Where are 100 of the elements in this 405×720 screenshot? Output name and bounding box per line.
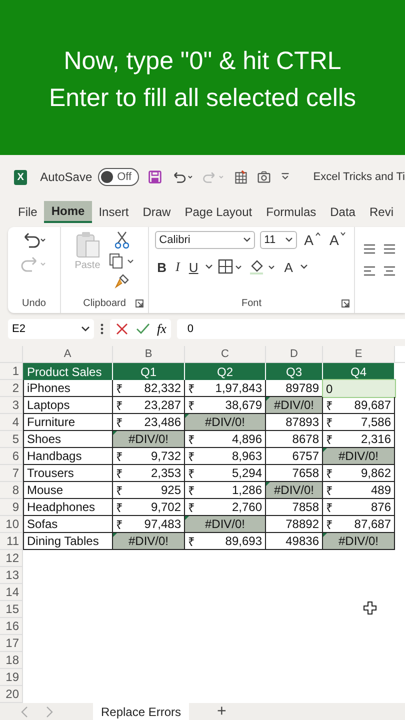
ribbon-tab[interactable]: Draw — [136, 202, 178, 222]
dialog-launcher-icon[interactable] — [341, 299, 350, 308]
clipboard-icon[interactable] — [74, 231, 100, 259]
table-cell: ₹ 4,896 — [185, 431, 266, 448]
table-cell: ₹ 8,963 — [185, 448, 266, 465]
insert-function-button[interactable]: fx — [157, 321, 166, 337]
align-left-icon[interactable] — [363, 265, 397, 277]
column-header[interactable]: D — [266, 346, 323, 363]
bold-button[interactable]: B — [155, 260, 169, 274]
copy-icon[interactable] — [108, 253, 134, 269]
caret-icon — [340, 232, 346, 236]
italic-button[interactable]: I — [174, 259, 182, 275]
sheet-tab[interactable]: Replace Errors — [93, 703, 190, 720]
ribbon-tab[interactable]: Formulas — [259, 202, 324, 222]
row-header[interactable]: 2 — [0, 380, 23, 397]
table-cell: 87893 — [266, 414, 323, 431]
row-header[interactable]: 16 — [0, 618, 23, 635]
caret-icon[interactable] — [205, 264, 214, 270]
header-cell: Q2 — [185, 363, 266, 380]
row-header[interactable]: 19 — [0, 669, 23, 686]
error-cell: #DIV/0! — [266, 482, 323, 499]
row-header[interactable]: 9 — [0, 499, 23, 516]
error-cell: #DIV/0! — [185, 516, 266, 533]
caret-icon[interactable] — [300, 264, 308, 270]
row-header[interactable]: 17 — [0, 635, 23, 652]
column-header[interactable]: B — [113, 346, 185, 363]
customize-dropdown-icon[interactable] — [280, 172, 290, 182]
row-header[interactable]: 15 — [0, 601, 23, 618]
ribbon-tab[interactable]: Home — [44, 201, 92, 223]
row-header[interactable]: 7 — [0, 465, 23, 482]
group-label: Clipboard — [83, 298, 126, 309]
ribbon-tab[interactable]: Data — [323, 202, 362, 222]
table-cell: Trousers — [23, 465, 113, 482]
scissors-icon[interactable] — [114, 231, 128, 249]
header-cell: Q4 — [323, 363, 395, 380]
table-icon[interactable] — [234, 169, 248, 185]
more-options-icon[interactable] — [100, 323, 104, 335]
save-icon[interactable] — [148, 169, 162, 185]
group-label: Font — [241, 298, 262, 309]
row-header[interactable]: 13 — [0, 567, 23, 584]
dialog-launcher-icon[interactable] — [135, 299, 144, 308]
ribbon-tab[interactable]: Revi — [362, 202, 400, 222]
row-header[interactable]: 3 — [0, 397, 23, 414]
table-cell: Dining Tables — [23, 533, 113, 550]
table-cell: ₹ 5,294 — [185, 465, 266, 482]
error-cell: #DIV/0! — [185, 414, 266, 431]
header-cell: Product Sales — [23, 363, 113, 380]
row-header[interactable]: 5 — [0, 431, 23, 448]
font-size-dropdown[interactable]: 11 — [260, 231, 298, 249]
row-header[interactable]: 10 — [0, 516, 23, 533]
shrink-font-button[interactable]: A — [328, 232, 348, 248]
table-cell: Furniture — [23, 414, 113, 431]
vertical-align-icon[interactable] — [363, 243, 397, 255]
row-header[interactable]: 12 — [0, 550, 23, 567]
column-header[interactable]: C — [185, 346, 266, 363]
check-icon[interactable] — [136, 322, 150, 336]
camera-icon[interactable] — [256, 170, 271, 184]
row-header[interactable]: 6 — [0, 448, 23, 465]
caret-icon[interactable] — [243, 237, 252, 243]
row-header[interactable]: 4 — [0, 414, 23, 431]
table-cell: Mouse — [23, 482, 113, 499]
caret-icon[interactable] — [81, 326, 90, 332]
caption-text: Now, type "0" & hit CTRL — [64, 46, 342, 76]
row-header[interactable]: 20 — [0, 686, 23, 703]
row-header[interactable]: 18 — [0, 652, 23, 669]
app-logo: X — [14, 170, 28, 184]
formula-input[interactable]: 0 — [177, 319, 405, 339]
row-header[interactable]: 11 — [0, 533, 23, 550]
ribbon-tab[interactable]: Insert — [92, 202, 136, 222]
font-color-button[interactable]: A — [282, 260, 295, 274]
ribbon-tab[interactable]: Page Layout — [178, 202, 260, 222]
underline-button[interactable]: U — [186, 260, 200, 274]
caption-text: Enter to fill all selected cells — [48, 84, 356, 112]
row-header[interactable]: 14 — [0, 584, 23, 601]
document-title: Excel Tricks and Ti — [313, 171, 405, 183]
table-cell: ₹ 9,732 — [113, 448, 185, 465]
caret-icon[interactable] — [285, 237, 294, 243]
fill-color-icon[interactable] — [249, 259, 278, 275]
row-header[interactable]: 8 — [0, 482, 23, 499]
grow-font-button[interactable]: A — [302, 232, 322, 248]
active-cell[interactable]: 0 — [323, 380, 395, 397]
cancel-icon[interactable] — [115, 322, 129, 336]
name-box[interactable]: E2 — [8, 319, 94, 339]
error-cell: #DIV/0! — [113, 431, 185, 448]
borders-icon[interactable] — [218, 259, 244, 275]
add-sheet-button[interactable]: + — [217, 704, 226, 720]
column-header[interactable]: A — [23, 346, 113, 363]
table-cell: Sofas — [23, 516, 113, 533]
header-cell: Q1 — [113, 363, 185, 380]
autosave-toggle[interactable]: Off — [98, 168, 139, 186]
table-cell: Shoes — [23, 431, 113, 448]
column-header[interactable]: E — [323, 346, 395, 363]
table-cell: Handbags — [23, 448, 113, 465]
table-cell: ₹ 89,693 — [185, 533, 266, 550]
format-painter-icon[interactable] — [114, 273, 130, 289]
table-cell: 78892 — [266, 516, 323, 533]
font-name-dropdown[interactable]: Calibri — [155, 231, 256, 249]
ribbon-tab[interactable]: File — [11, 202, 44, 222]
row-header[interactable]: 1 — [0, 363, 23, 380]
error-cell: #DIV/0! — [113, 533, 185, 550]
